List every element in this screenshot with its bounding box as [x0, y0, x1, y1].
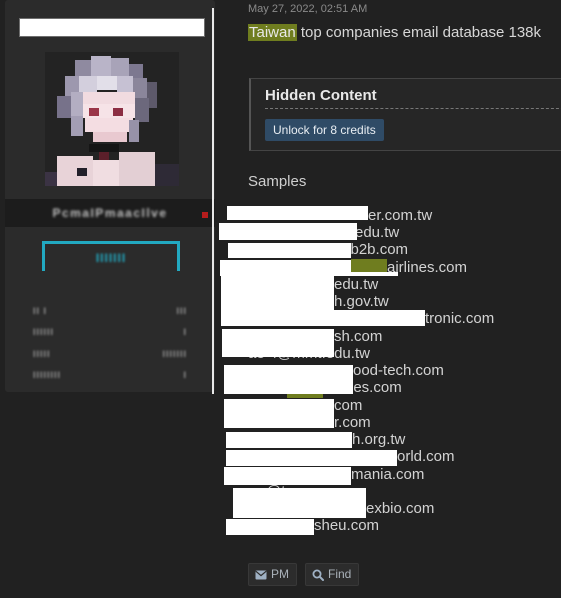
- email-sample: mania.com: [351, 466, 425, 483]
- avatar-image: [45, 52, 179, 186]
- email-sample: airlines.com: [387, 259, 468, 276]
- email-sample: er.com.tw: [368, 207, 433, 224]
- email-sample: tronic.com: [425, 310, 495, 327]
- redacted-name-box: [19, 18, 205, 37]
- redaction-box: [228, 243, 351, 258]
- redaction-box: [233, 488, 366, 502]
- pm-button[interactable]: PM: [248, 563, 297, 586]
- username-bar: PcmaIPmaacIlve: [5, 199, 215, 227]
- find-button[interactable]: Find: [305, 563, 360, 586]
- post-date: May 27, 2022, 02:51 AM: [248, 3, 368, 15]
- user-stat-row: II I III: [33, 306, 187, 316]
- pm-button-label: PM: [271, 567, 289, 581]
- email-sample: nes.com: [345, 379, 402, 396]
- redaction-box: [219, 223, 357, 240]
- stat-value: III: [176, 306, 187, 316]
- email-sample: edu.tw: [334, 276, 379, 293]
- stat-label: IIIIII: [33, 327, 55, 337]
- email-sample: cb2b.com: [343, 241, 409, 258]
- redaction-box: [224, 365, 353, 394]
- user-title: IIIIIII: [95, 251, 127, 265]
- stat-label: IIIII: [33, 349, 51, 359]
- stat-label: IIIIIIII: [33, 370, 62, 380]
- redaction-box: [226, 450, 397, 466]
- user-stat-row: IIIIII I: [33, 327, 187, 337]
- samples-label: Samples: [248, 173, 307, 190]
- post-title-text: top companies email database 138k: [296, 24, 542, 41]
- user-stat-row: IIIII IIIIIII: [33, 349, 187, 359]
- stat-value: IIIIIII: [162, 349, 187, 359]
- email-sample: h.org.tw: [352, 431, 406, 448]
- unlock-button[interactable]: Unlock for 8 credits: [265, 119, 384, 141]
- redaction-box: [221, 310, 425, 326]
- email-sample: sheu.com: [314, 517, 380, 534]
- user-title-banner: IIIIIII: [42, 241, 180, 271]
- search-highlight: Taiwan: [248, 24, 297, 41]
- redaction-box: [221, 294, 334, 310]
- redaction-box: [226, 519, 314, 535]
- hidden-content-box: Hidden Content Unlock for 8 credits: [249, 78, 561, 151]
- stat-label: II I: [33, 306, 48, 316]
- envelope-icon: [255, 570, 267, 580]
- post-title: Taiwan top companies email database 138k: [248, 24, 541, 41]
- hidden-content-title: Hidden Content: [265, 87, 377, 104]
- user-stat-row: IIIIIIII I: [33, 370, 187, 380]
- email-sample: r.com: [334, 414, 371, 431]
- email-sample: exbio.com: [366, 500, 435, 517]
- hidden-content-divider: [265, 108, 561, 109]
- post-view: PcmaIPmaacIlve IIIIIII II I III IIIIII I…: [0, 0, 561, 598]
- card-divider: [212, 8, 214, 394]
- email-sample: com: [334, 397, 363, 414]
- avatar[interactable]: [45, 52, 179, 186]
- email-sample: h.gov.tw: [334, 293, 389, 310]
- email-sample: sh.com: [334, 328, 383, 345]
- email-sample: orld.com: [397, 448, 455, 465]
- email-sample: ood-tech.com: [353, 362, 444, 379]
- search-icon: [312, 569, 324, 581]
- redaction-box: [233, 502, 366, 518]
- redaction-box: [224, 467, 351, 485]
- redaction-box: [222, 329, 334, 357]
- email-sample: edu.tw: [355, 224, 400, 241]
- stat-value: I: [183, 327, 187, 337]
- username[interactable]: PcmaIPmaacIlve: [5, 206, 215, 220]
- redaction-box: [221, 276, 334, 294]
- find-button-label: Find: [328, 567, 352, 581]
- online-status-indicator: [202, 212, 208, 218]
- user-info-card: PcmaIPmaacIlve IIIIIII II I III IIIIII I…: [5, 0, 215, 394]
- stat-value: I: [183, 370, 187, 380]
- redaction-box: [224, 399, 334, 428]
- redaction-box: [227, 206, 368, 220]
- redaction-box: [226, 432, 352, 448]
